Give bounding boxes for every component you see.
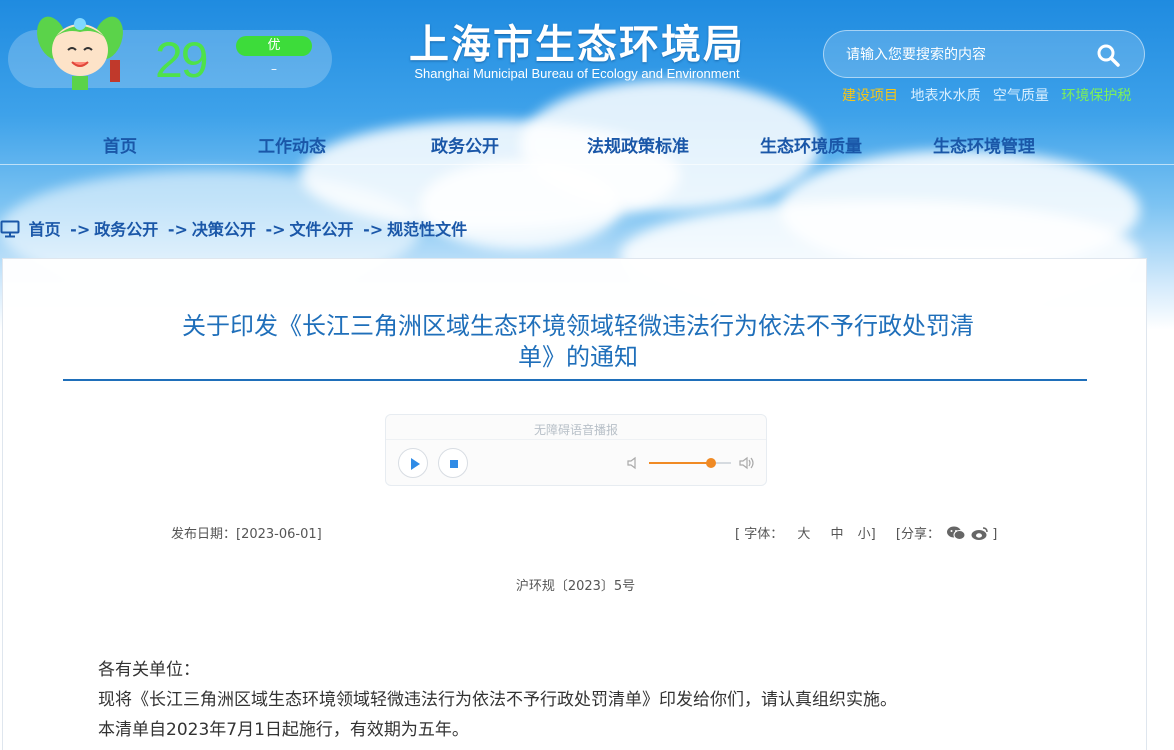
nav-item-regulations[interactable]: 法规政策标准 (558, 132, 718, 157)
volume-fill (649, 462, 711, 464)
aqi-badge: 优 (236, 36, 312, 56)
article-title: 关于印发《长江三角洲区域生态环境领域轻微违法行为依法不予行政处罚清 单》的通知 (133, 311, 1023, 373)
breadcrumb-gov-affairs[interactable]: 政务公开 (94, 220, 158, 239)
breadcrumb: 首页 -> 政务公开 -> 决策公开 -> 文件公开 -> 规范性文件 (0, 216, 467, 240)
temperature-value: 29 (155, 32, 209, 88)
quick-link-water-quality[interactable]: 地表水水质 (910, 88, 980, 104)
quick-link-construction[interactable]: 建设项目 (842, 88, 898, 104)
breadcrumb-normative[interactable]: 规范性文件 (387, 220, 467, 239)
article-title-line: 单》的通知 (518, 343, 638, 371)
publish-date: [2023-06-01] (236, 527, 322, 542)
share-label: [分享： (895, 527, 940, 542)
play-icon (411, 458, 420, 470)
font-size-small-button[interactable]: 小] (858, 527, 876, 542)
site-title[interactable]: 上海市生态环境局 (392, 12, 762, 70)
font-size-label: [ 字体： (735, 527, 784, 542)
publish-label: 发布日期： (171, 527, 237, 542)
breadcrumb-home[interactable]: 首页 (29, 220, 61, 239)
nav-item-env-quality[interactable]: 生态环境质量 (731, 132, 891, 157)
volume-high-icon[interactable] (738, 455, 756, 471)
body-paragraph: 本清单自2023年7月1日起施行，有效期为五年。 (98, 720, 469, 740)
weibo-icon[interactable] (970, 525, 990, 541)
stop-button[interactable] (438, 448, 468, 478)
article-body: 各有关单位： 现将《长江三角洲区域生态环境领域轻微违法行为依法不予行政处罚清单》… (98, 655, 897, 745)
main-nav: 首页 工作动态 政务公开 法规政策标准 生态环境质量 生态环境管理 (0, 118, 1174, 165)
body-paragraph: 各有关单位： (98, 660, 200, 680)
nav-item-work-news[interactable]: 工作动态 (212, 132, 372, 157)
quick-links: 建设项目 地表水水质 空气质量 环境保护税 (842, 85, 1139, 105)
play-button[interactable] (398, 448, 428, 478)
audio-player: 无障碍语音播报 (385, 414, 767, 486)
breadcrumb-separator: -> (70, 220, 91, 239)
document-number: 沪环规〔2023〕5号 (515, 579, 636, 594)
search-input[interactable] (846, 43, 1086, 67)
publish-info: 发布日期：[2023-06-01] (171, 523, 322, 542)
wechat-icon[interactable] (946, 525, 966, 541)
volume-knob[interactable] (705, 458, 716, 468)
volume-slider[interactable] (649, 458, 731, 468)
nav-item-env-management[interactable]: 生态环境管理 (904, 132, 1064, 157)
site-subtitle: Shanghai Municipal Bureau of Ecology and… (414, 66, 740, 81)
article-card: 关于印发《长江三角洲区域生态环境领域轻微违法行为依法不予行政处罚清 单》的通知 … (2, 258, 1147, 750)
title-divider (63, 379, 1087, 381)
font-size-medium-button[interactable]: 中 (831, 527, 844, 542)
nav-item-home[interactable]: 首页 (40, 132, 200, 157)
search-icon[interactable] (1096, 43, 1120, 67)
aqi-subtext: – (271, 62, 277, 76)
quick-link-env-tax[interactable]: 环境保护税 (1061, 88, 1131, 104)
article-tools: [ 字体： 大 中 小] [分享： ] (733, 523, 999, 542)
monitor-icon (0, 220, 20, 238)
share-end: ] (992, 527, 998, 542)
body-paragraph: 现将《长江三角洲区域生态环境领域轻微违法行为依法不予行政处罚清单》印发给你们，请… (98, 690, 897, 710)
breadcrumb-separator: -> (167, 220, 188, 239)
breadcrumb-separator: -> (265, 220, 286, 239)
font-size-large-button[interactable]: 大 (797, 527, 810, 542)
breadcrumb-documents[interactable]: 文件公开 (290, 220, 354, 239)
breadcrumb-decision[interactable]: 决策公开 (192, 220, 256, 239)
volume-low-icon[interactable] (626, 455, 642, 471)
article-title-line: 关于印发《长江三角洲区域生态环境领域轻微违法行为依法不予行政处罚清 (182, 312, 974, 340)
stop-icon (450, 460, 458, 468)
search-box (823, 30, 1145, 78)
audio-divider (386, 439, 766, 440)
mascot-icon (37, 16, 123, 90)
audio-label: 无障碍语音播报 (533, 423, 618, 437)
breadcrumb-separator: -> (363, 220, 384, 239)
quick-link-air-quality[interactable]: 空气质量 (993, 88, 1049, 104)
nav-item-gov-affairs[interactable]: 政务公开 (385, 132, 545, 157)
